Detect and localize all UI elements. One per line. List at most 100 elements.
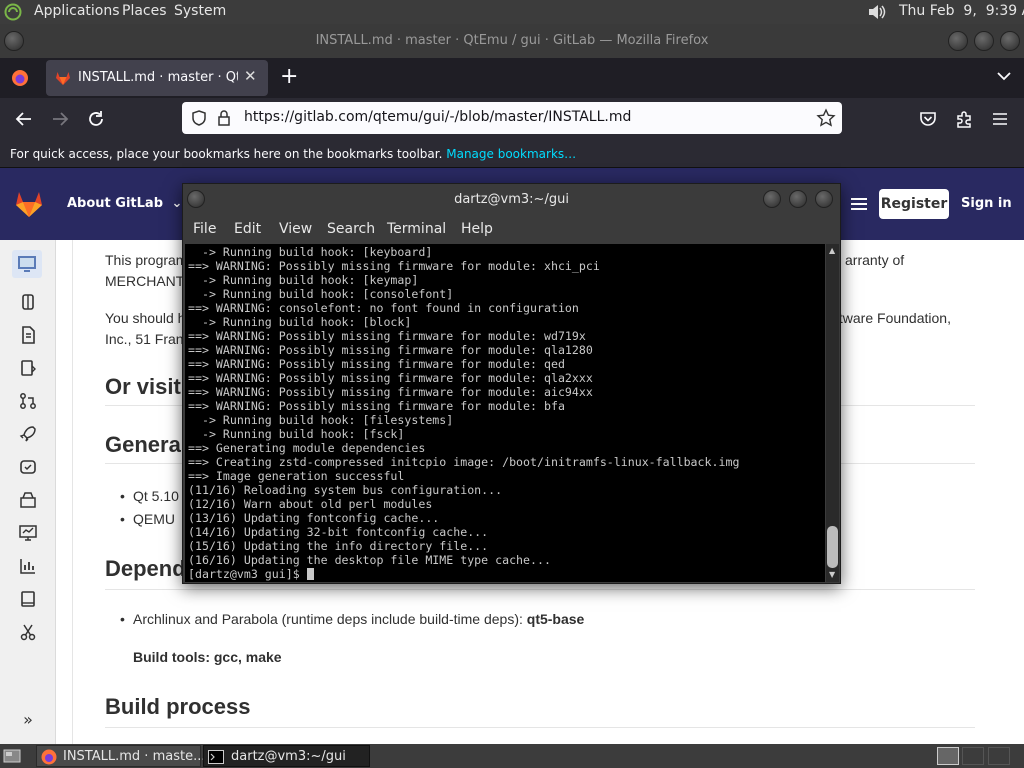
terminal-line: ==> Image generation successful — [188, 469, 405, 483]
heading-rule — [105, 727, 975, 728]
license-paragraph-line2: MERCHANTA — [105, 273, 193, 289]
hamburger-icon[interactable] — [849, 194, 869, 214]
packages-icon[interactable] — [18, 490, 38, 510]
terminal-maximize-button[interactable] — [789, 190, 807, 208]
clock[interactable]: Thu Feb 9, 9:39 AM — [899, 3, 1024, 19]
forward-icon[interactable] — [50, 109, 70, 129]
terminal-line: ==> WARNING: consolefont: no font found … — [188, 301, 579, 315]
terminal-menu-help[interactable]: Help — [461, 221, 493, 237]
terminal-titlebar[interactable]: dartz@vm3:~/gui — [183, 184, 840, 216]
terminal-title: dartz@vm3:~/gui — [454, 192, 569, 207]
issues-icon[interactable] — [18, 358, 38, 378]
menu-places[interactable]: Places — [122, 3, 167, 19]
gpl-paragraph-start: You should h — [105, 310, 186, 326]
terminal-line: -> Running build hook: [keymap] — [188, 273, 419, 287]
taskbar-terminal[interactable]: dartz@vm3:~/gui — [203, 745, 370, 767]
workspace-switcher-2[interactable] — [962, 747, 984, 765]
about-gitlab-menu[interactable]: About GitLab ⌄ — [67, 196, 182, 211]
gitlab-logo-icon[interactable] — [14, 190, 44, 218]
tracking-protection-icon[interactable] — [190, 109, 208, 127]
heading-rule — [105, 589, 975, 590]
terminal-output[interactable]: -> Running build hook: [keyboard] ==> WAR… — [185, 244, 825, 582]
bullet: • — [120, 611, 125, 627]
pocket-icon[interactable] — [918, 109, 938, 129]
tab-strip: INSTALL.md · master · QtEm ✕ + — [0, 58, 1024, 98]
menu-system[interactable]: System — [174, 3, 226, 19]
workspace-switcher-3[interactable] — [988, 747, 1010, 765]
snippets-scissors-icon[interactable] — [18, 622, 38, 642]
bottom-taskbar: INSTALL.md · maste... dartz@vm3:~/gui — [0, 744, 1024, 768]
terminal-line: (16/16) Updating the desktop file MIME t… — [188, 553, 551, 567]
terminal-menu-view[interactable]: View — [279, 221, 312, 237]
analytics-icon[interactable] — [18, 556, 38, 576]
sign-in-link[interactable]: Sign in — [961, 196, 1012, 211]
tab-install-md[interactable]: INSTALL.md · master · QtEm ✕ — [46, 60, 268, 96]
gitlab-favicon-icon — [54, 69, 72, 87]
register-button[interactable]: Register — [879, 189, 949, 219]
url-bar[interactable]: https://gitlab.com/qtemu/gui/-/blob/mast… — [182, 102, 842, 134]
heading-general: Genera — [105, 432, 181, 457]
gnome-logo-icon[interactable] — [4, 3, 22, 21]
scroll-down-icon[interactable]: ▼ — [829, 570, 835, 579]
tab-close-icon[interactable]: ✕ — [244, 67, 257, 85]
terminal-menu-edit[interactable]: Edit — [234, 221, 261, 237]
new-tab-icon[interactable]: + — [280, 64, 298, 90]
url-text[interactable]: https://gitlab.com/qtemu/gui/-/blob/mast… — [244, 109, 631, 125]
scroll-up-icon[interactable]: ▲ — [829, 246, 835, 255]
merge-requests-icon[interactable] — [18, 391, 38, 411]
bookmark-star-icon[interactable] — [816, 108, 836, 128]
project-info-icon[interactable] — [18, 292, 38, 312]
close-button[interactable] — [1000, 31, 1020, 51]
terminal-line: -> Running build hook: [keyboard] — [188, 245, 433, 259]
heading-dependencies: Depend — [105, 556, 186, 581]
minimize-button[interactable] — [948, 31, 968, 51]
terminal-icon — [208, 750, 224, 764]
terminal-line: ==> Creating zstd-compressed initcpio im… — [188, 455, 740, 469]
repository-icon[interactable] — [18, 325, 38, 345]
volume-icon[interactable] — [866, 2, 888, 22]
show-desktop-icon[interactable] — [3, 748, 21, 764]
chevron-down-icon: ⌄ — [171, 196, 183, 211]
heading-or-visit: Or visit — [105, 374, 181, 399]
hamburger-menu-icon[interactable] — [990, 109, 1010, 129]
terminal-window[interactable]: dartz@vm3:~/gui File Edit View Search Te… — [182, 183, 841, 584]
reload-icon[interactable] — [86, 109, 106, 129]
bookmarks-hint: For quick access, place your bookmarks h… — [10, 147, 443, 161]
terminal-menu-search[interactable]: Search — [327, 221, 375, 237]
maximize-button[interactable] — [974, 31, 994, 51]
taskbar-firefox[interactable]: INSTALL.md · maste... — [36, 745, 205, 767]
dependency-package: qt5-base — [526, 611, 585, 627]
terminal-line: ==> WARNING: Possibly missing firmware f… — [188, 343, 593, 357]
list-all-tabs-icon[interactable] — [996, 68, 1012, 84]
bookmarks-toolbar: For quick access, place your bookmarks h… — [0, 140, 1024, 168]
expand-sidebar-icon[interactable]: » — [18, 710, 38, 730]
menu-applications[interactable]: Applications — [34, 3, 120, 19]
manage-bookmarks-link[interactable]: Manage bookmarks… — [446, 147, 576, 161]
heading-build-process: Build process — [105, 694, 251, 719]
list-item-qt: Qt 5.10 — [133, 488, 179, 504]
cicd-icon[interactable] — [18, 457, 38, 477]
terminal-menu-terminal[interactable]: Terminal — [387, 221, 446, 237]
terminal-window-menu-button[interactable] — [187, 190, 205, 208]
extensions-icon[interactable] — [954, 109, 974, 129]
monitor-icon[interactable] — [18, 523, 38, 543]
deployments-rocket-icon[interactable] — [18, 424, 38, 444]
terminal-line: -> Running build hook: [block] — [188, 315, 412, 329]
license-paragraph-end: arranty of — [845, 252, 905, 268]
terminal-close-button[interactable] — [815, 190, 833, 208]
lock-icon[interactable] — [216, 109, 232, 127]
terminal-minimize-button[interactable] — [763, 190, 781, 208]
project-avatar-icon[interactable] — [12, 250, 42, 278]
workspace-switcher-1[interactable] — [937, 747, 959, 765]
window-title: INSTALL.md · master · QtEmu / gui · GitL… — [315, 33, 709, 48]
terminal-scrollbar[interactable]: ▲ ▼ — [826, 244, 839, 582]
wiki-icon[interactable] — [18, 589, 38, 609]
firefox-view-icon[interactable] — [10, 68, 30, 88]
terminal-menu-file[interactable]: File — [193, 221, 216, 237]
tab-label: INSTALL.md · master · QtEm — [78, 70, 238, 85]
firefox-titlebar: INSTALL.md · master · QtEmu / gui · GitL… — [0, 24, 1024, 58]
window-menu-button[interactable] — [4, 31, 24, 51]
terminal-scroll-thumb[interactable] — [827, 526, 838, 568]
back-icon[interactable] — [14, 109, 34, 129]
terminal-line: (11/16) Reloading system bus configurati… — [188, 483, 503, 497]
